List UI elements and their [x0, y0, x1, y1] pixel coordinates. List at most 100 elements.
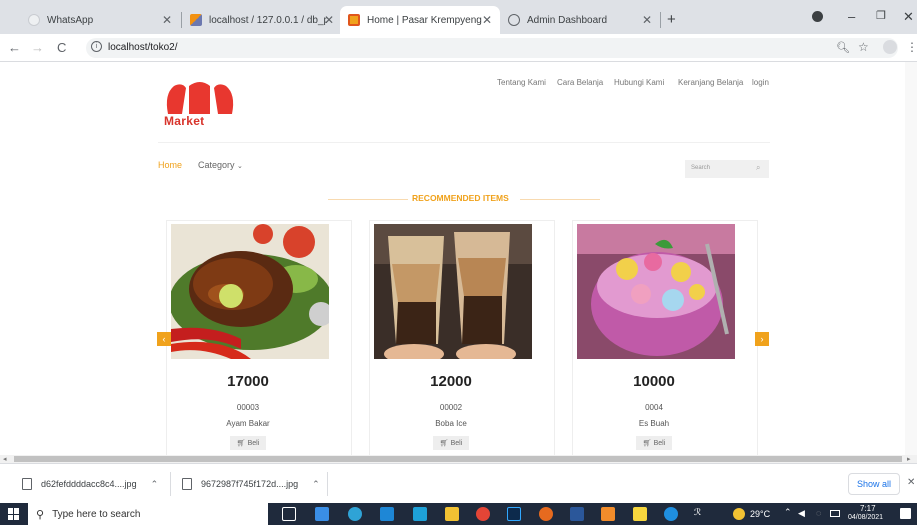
tab-title: WhatsApp	[47, 14, 94, 26]
download-bar: d62fefddddacc8c4....jpg ⌃ 9672987f745f17…	[0, 463, 917, 503]
zoom-icon[interactable]: 🔍︎	[836, 41, 850, 54]
search-input[interactable]: Search	[691, 165, 710, 171]
vertical-scrollbar[interactable]	[905, 62, 917, 455]
menu-category[interactable]: Category ⌄	[198, 160, 243, 170]
tab-admin-dashboard[interactable]: Admin Dashboard ✕	[500, 6, 660, 34]
close-icon[interactable]: ✕	[642, 13, 652, 27]
dropbox-icon[interactable]	[315, 507, 329, 521]
product-image-ayam-bakar[interactable]	[171, 224, 329, 359]
xampp-icon[interactable]	[601, 507, 615, 521]
carousel-prev-button[interactable]: ‹	[157, 332, 171, 346]
back-icon[interactable]: ←	[8, 40, 21, 55]
download-item[interactable]: 9672987f745f172d....jpg ⌃	[182, 475, 320, 493]
product-card[interactable]: 17000 00003 Ayam Bakar 🛒︎ Beli	[166, 220, 352, 455]
photoshop-icon[interactable]	[507, 507, 521, 521]
windows-start-icon[interactable]	[8, 508, 20, 520]
search-icon[interactable]: ⌕	[756, 163, 760, 173]
search-icon: ⚲	[36, 508, 45, 521]
new-tab-button[interactable]: +	[667, 11, 676, 28]
show-all-button[interactable]: Show all	[848, 473, 900, 495]
weather-icon[interactable]	[733, 508, 745, 520]
product-code: 00002	[439, 403, 463, 412]
whatsapp-icon	[28, 14, 40, 26]
restore-icon[interactable]: ❐	[876, 9, 886, 22]
chevron-up-icon[interactable]: ⌃	[151, 479, 159, 490]
address-bar[interactable]: i localhost/toko2/ 🔍︎ ☆	[86, 38, 898, 58]
beli-label: Beli	[247, 439, 260, 447]
scroll-left-icon[interactable]: ◂	[3, 455, 7, 463]
forward-icon[interactable]: →	[31, 40, 44, 55]
horizontal-scrollbar[interactable]: ◂ ▸	[0, 455, 917, 463]
carousel-next-button[interactable]: ›	[755, 332, 769, 346]
nav-keranjang-belanja[interactable]: Keranjang Belanja	[678, 78, 743, 87]
mail-icon[interactable]	[413, 507, 427, 521]
menu-icon[interactable]: ⋮	[906, 40, 917, 54]
firefox-icon[interactable]	[539, 507, 553, 521]
beli-button[interactable]: 🛒︎ Beli	[636, 436, 672, 450]
star-icon[interactable]: ☆	[858, 40, 869, 54]
tab-home-pasar[interactable]: Home | Pasar Krempyeng ✕	[340, 6, 500, 34]
product-card[interactable]: 12000 00002 Boba Ice 🛒︎ Beli	[369, 220, 555, 455]
close-window-icon[interactable]: ✕	[903, 9, 914, 25]
tab-title: localhost / 127.0.0.1 / db_pasar1	[209, 14, 327, 26]
taskbar-search[interactable]: ⚲ Type here to search	[28, 503, 268, 525]
task-view-icon[interactable]	[282, 507, 296, 521]
word-icon[interactable]	[570, 507, 584, 521]
nav-login[interactable]: login	[752, 78, 769, 87]
scrollbar-thumb[interactable]	[14, 456, 902, 462]
help-icon[interactable]	[664, 507, 678, 521]
tray-chevron-icon[interactable]: ⌃	[784, 507, 792, 518]
market-logo[interactable]: Market	[162, 80, 238, 128]
tab-phpmyadmin[interactable]: localhost / 127.0.0.1 / db_pasar1 ✕	[182, 6, 342, 34]
close-icon[interactable]: ✕	[482, 13, 492, 27]
product-image-es-buah[interactable]	[577, 224, 735, 359]
chrome-icon[interactable]	[476, 507, 490, 521]
menu-home[interactable]: Home	[158, 160, 182, 170]
nav-cara-belanja[interactable]: Cara Belanja	[557, 78, 603, 87]
nav-tentang-kami[interactable]: Tentang Kami	[497, 78, 546, 87]
close-icon[interactable]: ✕	[907, 477, 915, 488]
clock-time[interactable]: 7:17	[860, 504, 876, 513]
web-page: Market Tentang Kami Cara Belanja Hubungi…	[0, 62, 905, 455]
search-box[interactable]: Search ⌕	[685, 160, 769, 178]
bolt-icon[interactable]	[633, 507, 647, 521]
taskbar-search-input[interactable]: Type here to search	[52, 509, 140, 520]
people-icon[interactable]: ℛ	[694, 507, 701, 518]
info-icon[interactable]: i	[91, 41, 102, 52]
beli-button[interactable]: 🛒︎ Beli	[433, 436, 469, 450]
volume-icon[interactable]: ◀︎	[798, 508, 805, 519]
reload-icon[interactable]: C	[57, 40, 66, 55]
account-icon[interactable]	[883, 40, 897, 54]
cart-icon: 🛒︎	[236, 440, 246, 447]
beli-label: Beli	[450, 439, 463, 447]
clock-date[interactable]: 04/08/2021	[848, 514, 883, 521]
battery-icon[interactable]	[830, 510, 840, 517]
close-icon[interactable]: ✕	[162, 13, 172, 27]
network-icon[interactable]: ◌	[816, 508, 821, 518]
cart-icon: 🛒︎	[642, 440, 652, 447]
browser-tab-strip: WhatsApp ✕ localhost / 127.0.0.1 / db_pa…	[0, 0, 917, 34]
edge-icon[interactable]	[348, 507, 362, 521]
nav-hubungi-kami[interactable]: Hubungi Kami	[614, 78, 664, 87]
product-image-boba-ice[interactable]	[374, 224, 532, 359]
notification-icon[interactable]	[900, 508, 911, 519]
file-explorer-icon[interactable]	[445, 507, 459, 521]
product-card[interactable]: 10000 0004 Es Buah 🛒︎ Beli	[572, 220, 758, 455]
chevron-left-icon: ‹	[162, 334, 166, 344]
title-line-left	[328, 199, 408, 200]
close-icon[interactable]: ✕	[324, 13, 334, 27]
url-text[interactable]: localhost/toko2/	[108, 42, 178, 53]
section-title: RECOMMENDED ITEMS	[412, 193, 509, 203]
download-filename: d62fefddddacc8c4....jpg	[41, 479, 137, 489]
minimize-icon[interactable]: –	[848, 9, 855, 24]
tab-whatsapp[interactable]: WhatsApp ✕	[20, 6, 180, 34]
product-code: 0004	[645, 403, 663, 412]
vscode-icon[interactable]	[380, 507, 394, 521]
file-icon	[182, 478, 192, 490]
chevron-up-icon[interactable]: ⌃	[312, 479, 320, 490]
scroll-right-icon[interactable]: ▸	[907, 455, 911, 463]
profile-icon[interactable]	[812, 11, 823, 22]
download-item[interactable]: d62fefddddacc8c4....jpg ⌃	[22, 475, 158, 493]
beli-button[interactable]: 🛒︎ Beli	[230, 436, 266, 450]
weather-temp[interactable]: 29°C	[750, 509, 770, 519]
